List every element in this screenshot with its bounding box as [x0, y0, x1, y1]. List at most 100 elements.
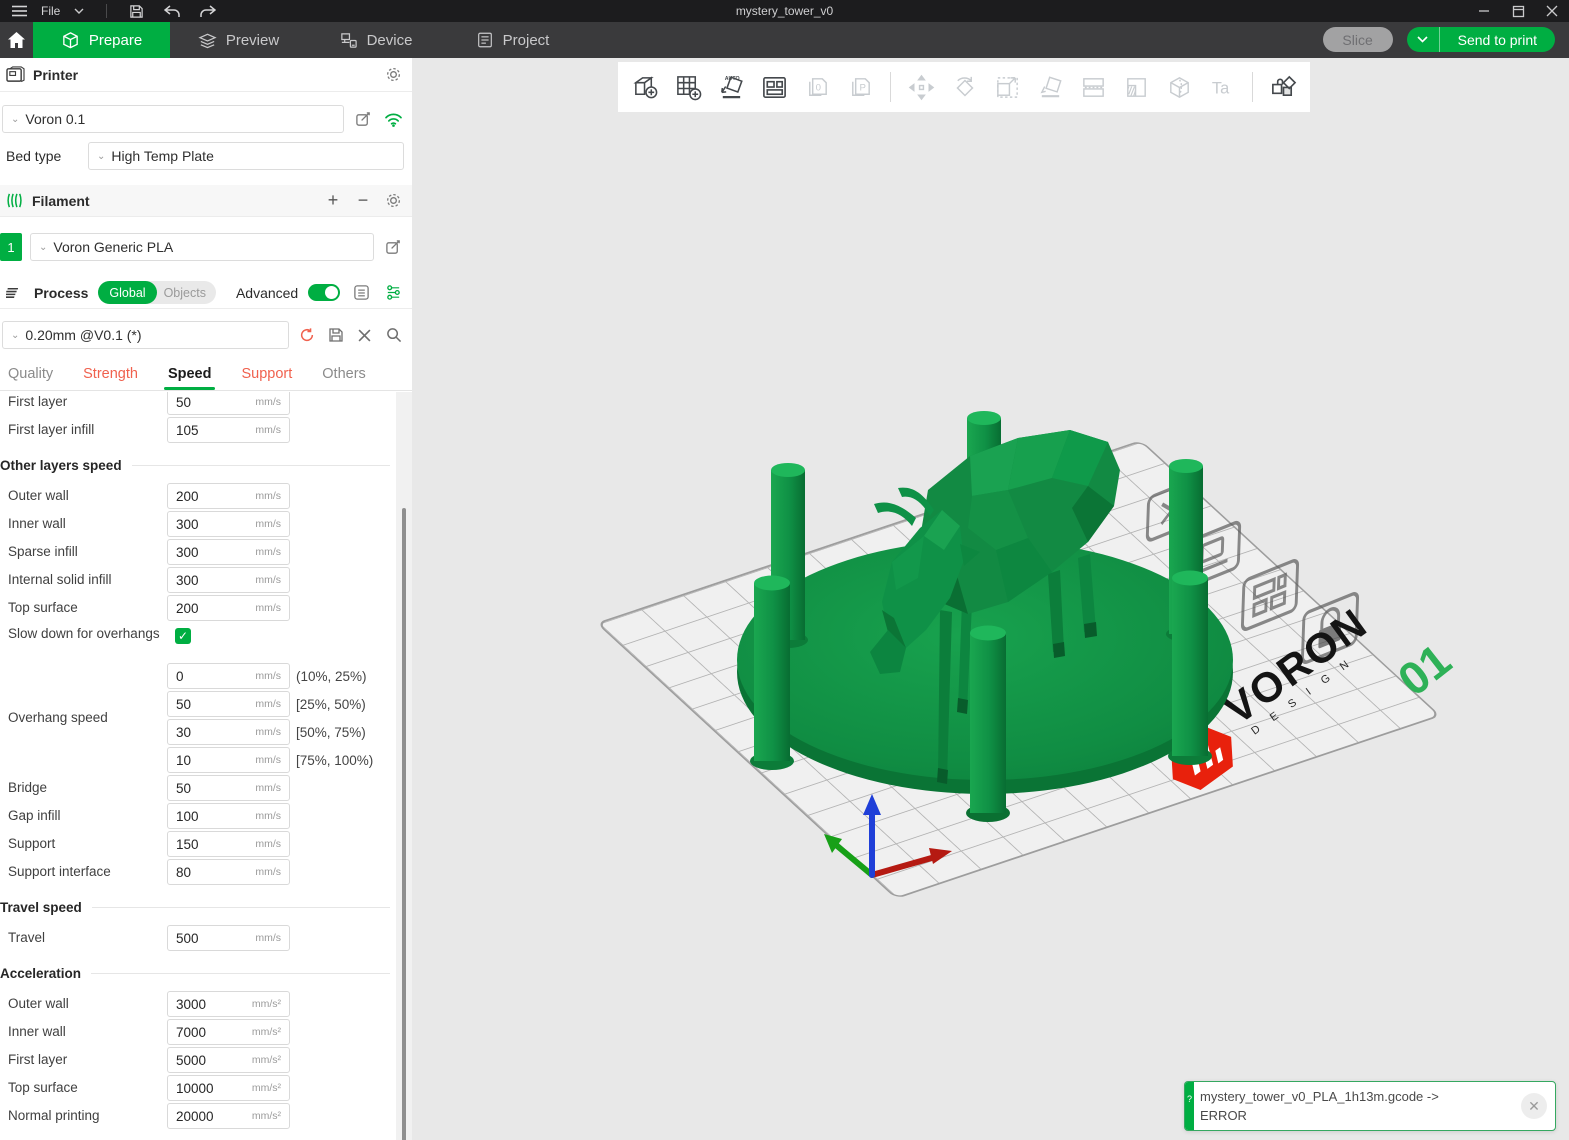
scrollbar-thumb[interactable] [402, 508, 406, 1140]
svg-text:Ta: Ta [1211, 79, 1229, 97]
send-to-print-button[interactable]: Send to print [1440, 27, 1555, 52]
settings-section-header: Other layers speed [0, 448, 396, 482]
parameter-table-icon[interactable] [350, 282, 372, 304]
tab-strength[interactable]: Strength [83, 366, 138, 390]
viewport-3d[interactable]: VORON D E S I G N 01 [412, 58, 1569, 1140]
tab-device[interactable]: Device [307, 22, 444, 58]
advanced-label: Advanced [236, 285, 298, 301]
setting-label: Support interface [0, 864, 167, 880]
assembly-view-icon[interactable] [1266, 70, 1300, 104]
save-preset-icon[interactable] [326, 324, 347, 346]
settings-section-header: Travel speed [0, 890, 396, 924]
setting-input[interactable]: 300mm/s [167, 511, 290, 537]
add-filament-icon[interactable]: + [322, 190, 344, 212]
reset-preset-icon[interactable] [297, 324, 318, 346]
tab-others[interactable]: Others [322, 366, 366, 390]
tab-quality[interactable]: Quality [8, 366, 53, 390]
tab-project[interactable]: Project [444, 22, 581, 58]
redo-icon[interactable] [194, 0, 222, 22]
toast-close-icon[interactable]: ✕ [1521, 1093, 1547, 1119]
settings-scrollbar[interactable] [396, 392, 412, 1140]
minimize-button[interactable] [1467, 0, 1501, 22]
compare-presets-icon[interactable] [382, 282, 404, 304]
range-label: [25%, 50%) [296, 697, 366, 712]
checkbox-checked-icon[interactable]: ✓ [175, 628, 191, 644]
tab-prepare[interactable]: Prepare [33, 22, 170, 58]
setting-row: 50mm/s [25%, 50%) [167, 690, 373, 718]
process-preset-select[interactable]: ⌄ 0.20mm @V0.1 (*) [2, 321, 289, 349]
rotate-tool-icon [947, 70, 981, 104]
setting-label: First layer infill [0, 422, 167, 438]
setting-label: Gap infill [0, 808, 167, 824]
save-icon[interactable] [123, 0, 150, 22]
setting-input[interactable]: 20000mm/s² [167, 1103, 290, 1129]
printer-wifi-icon[interactable] [382, 108, 404, 130]
setting-row: Sparse infill300mm/s [0, 538, 396, 566]
filament-slot-badge[interactable]: 1 [0, 233, 22, 261]
chevron-down-icon: ⌄ [11, 114, 19, 125]
setting-input[interactable]: 80mm/s [167, 859, 290, 885]
tab-preview[interactable]: Preview [170, 22, 307, 58]
setting-input[interactable]: 200mm/s [167, 595, 290, 621]
setting-label: Overhang speed [0, 662, 167, 774]
printer-edit-icon[interactable] [352, 108, 374, 130]
bed-type-label: Bed type [2, 148, 80, 164]
setting-input[interactable]: 300mm/s [167, 539, 290, 565]
setting-input[interactable]: 10000mm/s² [167, 1075, 290, 1101]
scope-toggle[interactable]: Global Objects [98, 281, 216, 304]
setting-input[interactable]: 105mm/s [167, 417, 290, 443]
remove-filament-icon[interactable]: − [352, 190, 374, 212]
maximize-button[interactable] [1501, 0, 1535, 22]
delete-preset-icon[interactable] [354, 324, 375, 346]
process-section-title: Process [34, 285, 88, 301]
add-plate-icon[interactable] [671, 70, 705, 104]
setting-input[interactable]: 7000mm/s² [167, 1019, 290, 1045]
setting-label: Top surface [0, 1080, 167, 1096]
advanced-toggle[interactable] [308, 284, 340, 301]
setting-input[interactable]: 0mm/s [167, 663, 290, 689]
setting-input[interactable]: 3000mm/s² [167, 991, 290, 1017]
setting-input[interactable]: 300mm/s [167, 567, 290, 593]
search-preset-icon[interactable] [383, 324, 404, 346]
file-menu-caret-icon[interactable] [68, 0, 90, 22]
filament-section-header: Filament + − [0, 185, 412, 217]
printer-settings-gear-icon[interactable] [382, 64, 404, 86]
setting-row: Internal solid infill300mm/s [0, 566, 396, 594]
process-layers-icon [6, 285, 24, 300]
setting-row: First layer5000mm/s² [0, 1046, 396, 1074]
send-options-caret[interactable] [1407, 27, 1440, 52]
add-object-icon[interactable] [628, 70, 662, 104]
setting-input[interactable]: 30mm/s [167, 719, 290, 745]
move-tool-icon [904, 70, 938, 104]
setting-input[interactable]: 50mm/s [167, 392, 290, 415]
setting-input[interactable]: 500mm/s [167, 925, 290, 951]
home-button[interactable] [0, 22, 33, 58]
arrange-icon[interactable] [757, 70, 791, 104]
filament-edit-icon[interactable] [382, 236, 404, 258]
filament-settings-gear-icon[interactable] [382, 190, 404, 212]
sidebar-panel: Printer ⌄ Voron 0.1 Bed type ⌄ High Temp… [0, 58, 412, 1140]
setting-input[interactable]: 50mm/s [167, 691, 290, 717]
close-button[interactable] [1535, 0, 1569, 22]
filament-select[interactable]: ⌄ Voron Generic PLA [30, 233, 374, 261]
toast-status-stripe: ? [1185, 1082, 1194, 1130]
scope-objects[interactable]: Objects [157, 286, 206, 300]
tab-support[interactable]: Support [241, 366, 292, 390]
settings-scroll-area[interactable]: First layer50mm/sFirst layer infill105mm… [0, 392, 396, 1140]
setting-input[interactable]: 5000mm/s² [167, 1047, 290, 1073]
auto-orient-icon[interactable]: AUTO [714, 70, 748, 104]
slice-button[interactable]: Slice [1323, 27, 1393, 52]
file-menu[interactable]: File [41, 4, 60, 18]
setting-input[interactable]: 50mm/s [167, 775, 290, 801]
undo-icon[interactable] [158, 0, 186, 22]
setting-input[interactable]: 150mm/s [167, 831, 290, 857]
tab-speed[interactable]: Speed [168, 366, 212, 390]
setting-input[interactable]: 200mm/s [167, 483, 290, 509]
setting-input[interactable]: 100mm/s [167, 803, 290, 829]
toast-message-line2: ERROR [1200, 1107, 1509, 1126]
bed-type-select[interactable]: ⌄ High Temp Plate [88, 142, 404, 170]
scope-global[interactable]: Global [98, 281, 156, 304]
hamburger-menu-icon[interactable] [6, 0, 33, 22]
printer-select[interactable]: ⌄ Voron 0.1 [2, 105, 344, 133]
setting-input[interactable]: 10mm/s [167, 747, 290, 773]
